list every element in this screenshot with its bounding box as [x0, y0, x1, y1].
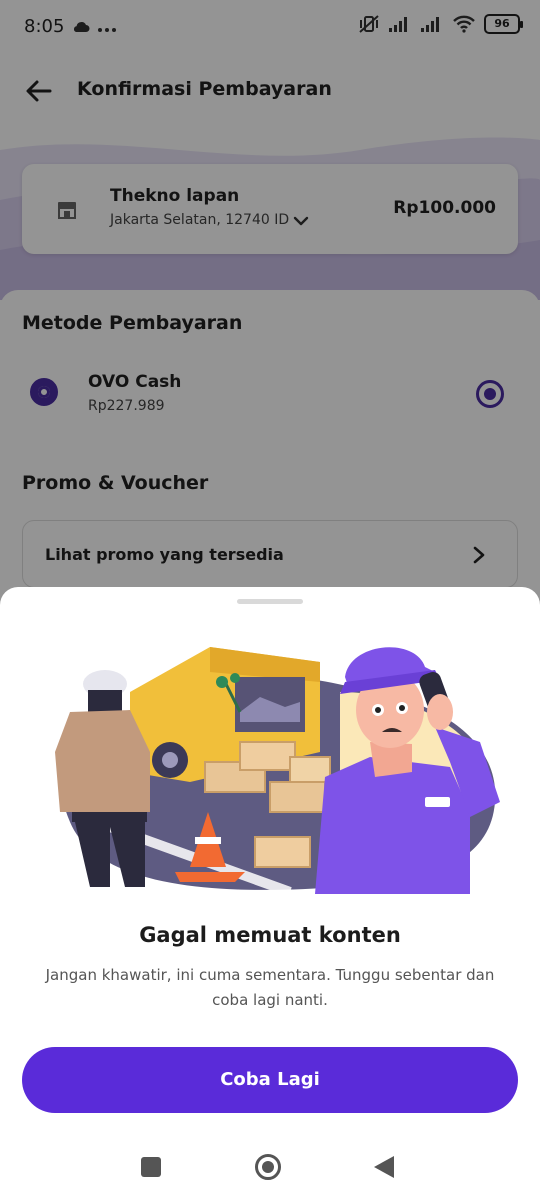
system-nav-bar: [0, 1137, 540, 1200]
home-circle-icon[interactable]: [255, 1154, 281, 1180]
sheet-drag-handle[interactable]: [237, 599, 303, 604]
error-description: Jangan khawatir, ini cuma sementara. Tun…: [45, 966, 495, 1009]
error-title: Gagal memuat konten: [139, 923, 401, 947]
error-bottom-sheet: Gagal memuat konten Jangan khawatir, ini…: [0, 587, 540, 1200]
delivery-failure-illustration: [55, 647, 500, 897]
recents-square-icon[interactable]: [141, 1157, 161, 1177]
back-triangle-icon[interactable]: [374, 1156, 394, 1178]
retry-button[interactable]: Coba Lagi: [22, 1047, 518, 1113]
